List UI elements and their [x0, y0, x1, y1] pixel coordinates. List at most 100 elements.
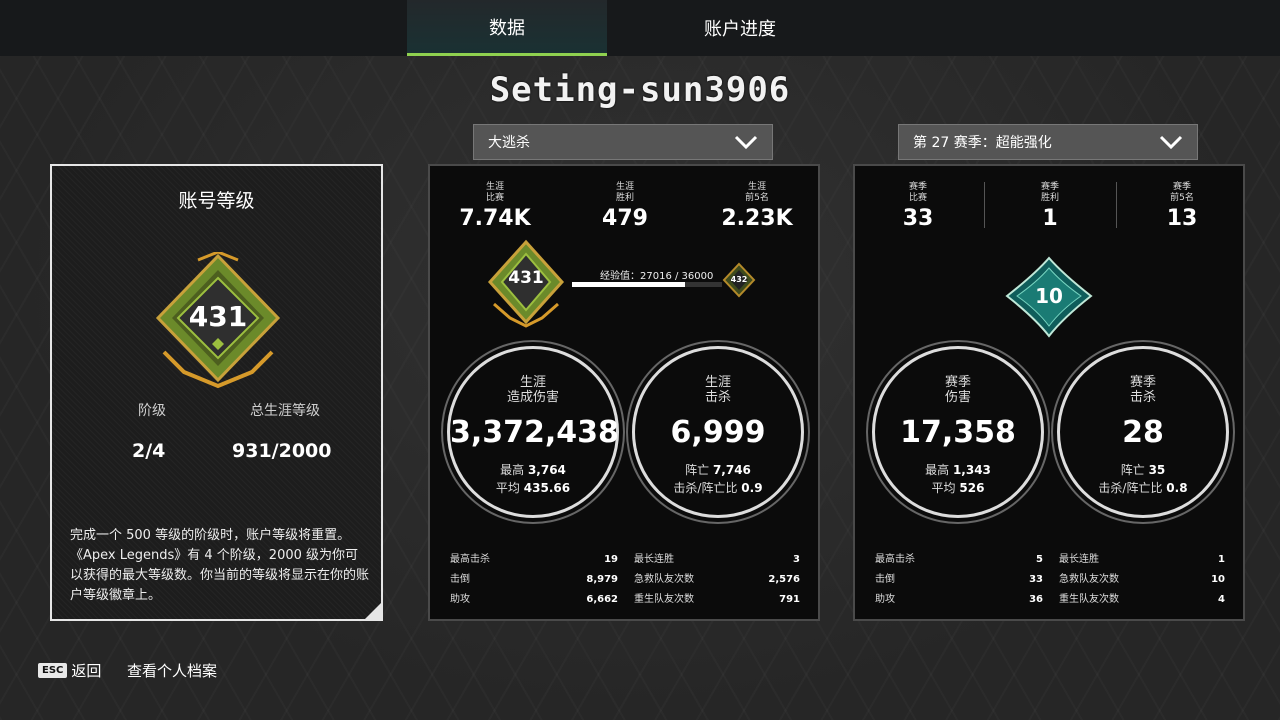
- circle-value: 6,999: [670, 415, 766, 450]
- stat-label: 赛季 比赛: [908, 182, 927, 203]
- account-level-card: 账号等级 431 阶级 总生涯等级 2/4 931/2000 完成一个 500 …: [50, 164, 383, 621]
- table-row: 最高击杀 19: [450, 550, 618, 570]
- season-kills-circle: 赛季 击杀 28 阵亡 35 击杀/阵亡比 0.8: [1057, 346, 1229, 518]
- table-row: 助攻 36: [875, 590, 1043, 610]
- table-row: 急救队友次数 10: [1059, 570, 1225, 590]
- season-dropdown-value: 第 27 赛季：超能强化: [913, 135, 1052, 151]
- sub-value: 0.8: [1166, 481, 1188, 495]
- career-damage-circle: 生涯 造成伤害 3,372,438 最高 3,764 平均 435.66: [447, 346, 619, 518]
- current-level-number: 431: [508, 268, 544, 288]
- sub-value: 435.66: [523, 481, 571, 495]
- top-nav-bar: 数据 账户进度: [0, 0, 1280, 56]
- total-level-value: 931/2000: [232, 440, 332, 462]
- circle-value: 3,372,438: [450, 415, 619, 450]
- circle-sub-line-1: 最高 1,343: [875, 461, 1041, 478]
- row-label: 最高击杀: [450, 554, 490, 565]
- stat-value: 479: [602, 206, 648, 231]
- sub-label: 平均: [495, 481, 520, 495]
- stat-value: 13: [1166, 206, 1198, 231]
- tab-account-progress[interactable]: 账户进度: [640, 0, 840, 56]
- sub-label: 最高: [500, 463, 525, 477]
- row-label: 急救队友次数: [1059, 574, 1119, 585]
- sub-value: 3,764: [527, 463, 566, 477]
- row-label: 最长连胜: [634, 554, 674, 565]
- row-label: 击倒: [450, 574, 470, 585]
- row-label: 重生队友次数: [634, 594, 694, 605]
- row-label: 急救队友次数: [634, 574, 694, 585]
- stat-value: 1: [1042, 206, 1058, 231]
- circle-sub-line-1: 阵亡 35: [1060, 461, 1226, 478]
- stat-label: 赛季 前5名: [1170, 182, 1194, 203]
- row-label: 最高击杀: [875, 554, 915, 565]
- stat-divider: [1116, 182, 1117, 228]
- career-matches-stat: 生涯 比赛 7.74K: [440, 182, 550, 231]
- row-value: 33: [1029, 574, 1043, 585]
- back-button[interactable]: ESC 返回: [38, 660, 101, 681]
- row-label: 助攻: [450, 594, 470, 605]
- table-row: 击倒 8,979: [450, 570, 618, 590]
- sub-label: 阵亡: [1120, 463, 1145, 477]
- table-row: 急救队友次数 2,576: [634, 570, 800, 590]
- row-label: 助攻: [875, 594, 895, 605]
- season-damage-circle: 赛季 伤害 17,358 最高 1,343 平均 526: [872, 346, 1044, 518]
- row-value: 4: [1218, 594, 1225, 605]
- season-wins-stat: 赛季 胜利 1: [995, 182, 1105, 231]
- sub-value: 526: [959, 481, 985, 495]
- chevron-down-icon: [1159, 135, 1183, 150]
- row-label: 重生队友次数: [1059, 594, 1119, 605]
- stat-label: 生涯 前5名: [745, 182, 769, 203]
- player-name: Seting-sun3906: [489, 70, 791, 110]
- career-wins-stat: 生涯 胜利 479: [570, 182, 680, 231]
- table-row: 击倒 33: [875, 570, 1043, 590]
- table-row: 助攻 6,662: [450, 590, 618, 610]
- row-value: 791: [779, 594, 800, 605]
- stat-value: 2.23K: [721, 206, 793, 231]
- sub-label: 阵亡: [685, 463, 710, 477]
- next-level-number: 432: [730, 275, 748, 284]
- season-stats-table-left: 最高击杀 5 击倒 33 助攻 36: [875, 550, 1043, 610]
- season-dropdown[interactable]: 第 27 赛季：超能强化: [898, 124, 1198, 160]
- row-value: 19: [604, 554, 618, 565]
- career-stats-table-right: 最长连胜 3 急救队友次数 2,576 重生队友次数 791: [634, 550, 800, 610]
- season-top5-stat: 赛季 前5名 13: [1127, 182, 1237, 231]
- tab-stats[interactable]: 数据: [407, 0, 607, 56]
- sub-label: 击杀/阵亡比: [673, 481, 738, 495]
- view-profile-button[interactable]: 查看个人档案: [127, 660, 217, 681]
- circle-value: 28: [1122, 415, 1164, 450]
- circle-label: 赛季 击杀: [1129, 375, 1156, 405]
- row-value: 36: [1029, 594, 1043, 605]
- row-value: 5: [1036, 554, 1043, 565]
- row-value: 6,662: [586, 594, 618, 605]
- season-level-number: 10: [1035, 284, 1063, 308]
- mode-dropdown[interactable]: 大逃杀: [473, 124, 773, 160]
- circle-label: 赛季 伤害: [944, 375, 971, 405]
- circle-sub-line-2: 平均 435.66: [450, 479, 616, 496]
- mode-dropdown-value: 大逃杀: [488, 135, 530, 151]
- row-value: 1: [1218, 554, 1225, 565]
- stat-value: 7.74K: [459, 206, 531, 231]
- career-kills-circle: 生涯 击杀 6,999 阵亡 7,746 击杀/阵亡比 0.9: [632, 346, 804, 518]
- career-stats-table-left: 最高击杀 19 击倒 8,979 助攻 6,662: [450, 550, 618, 610]
- sub-value: 35: [1148, 463, 1166, 477]
- sub-label: 平均: [931, 481, 956, 495]
- season-stats-panel: 赛季 比赛 33 赛季 胜利 1 赛季 前5名 13 10 赛季 伤害 17,3…: [853, 164, 1245, 621]
- table-row: 重生队友次数 4: [1059, 590, 1225, 610]
- row-value: 8,979: [586, 574, 618, 585]
- xp-text: 经验值：27016 / 36000: [600, 271, 714, 282]
- sub-label: 击杀/阵亡比: [1098, 481, 1163, 495]
- circle-sub-line-1: 最高 3,764: [450, 461, 616, 478]
- row-value: 2,576: [768, 574, 800, 585]
- tier-label: 阶级: [138, 403, 166, 419]
- table-row: 最长连胜 3: [634, 550, 800, 570]
- circle-label: 生涯 造成伤害: [506, 375, 559, 405]
- stat-label: 生涯 比赛: [485, 182, 504, 203]
- back-label: 返回: [71, 662, 102, 680]
- sub-label: 最高: [925, 463, 950, 477]
- account-level-number: 431: [188, 300, 248, 333]
- account-level-description: 完成一个 500 等级的阶级时，账户等级将重置。《Apex Legends》有 …: [70, 528, 370, 603]
- table-row: 最长连胜 1: [1059, 550, 1225, 570]
- row-label: 最长连胜: [1059, 554, 1099, 565]
- stat-label: 生涯 胜利: [615, 182, 634, 203]
- row-value: 3: [793, 554, 800, 565]
- table-row: 重生队友次数 791: [634, 590, 800, 610]
